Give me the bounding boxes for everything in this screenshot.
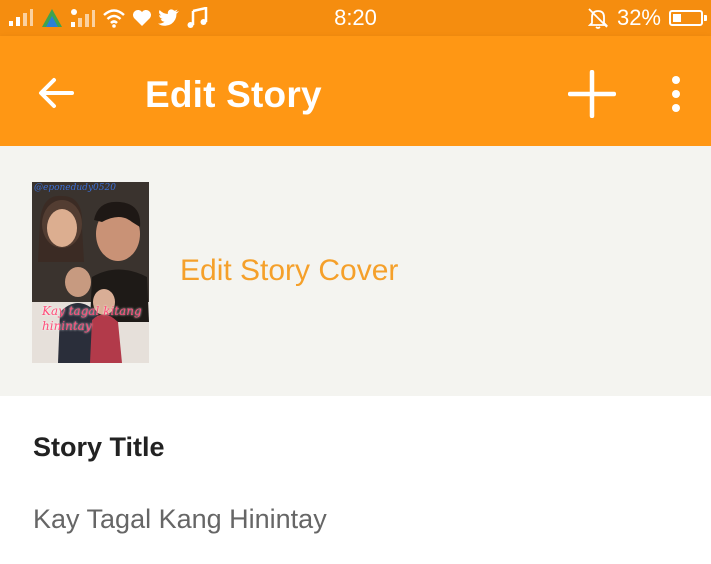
battery-icon: [669, 10, 707, 26]
app-bar: Edit Story: [0, 36, 711, 146]
story-cover-image[interactable]: @eponedudy0520 Kay tagal kitang hinintay: [32, 182, 149, 363]
battery-percent: 32%: [616, 5, 661, 30]
cover-section: @eponedudy0520 Kay tagal kitang hinintay…: [0, 146, 711, 396]
cover-artwork: [32, 182, 149, 363]
story-title-value[interactable]: Kay Tagal Kang Hinintay: [33, 504, 327, 535]
bell-off-icon: [587, 8, 609, 29]
back-arrow-icon[interactable]: [36, 73, 76, 113]
cover-author-text: @eponedudy0520: [34, 183, 116, 193]
battery-level: [673, 14, 681, 22]
story-details: Story Title Kay Tagal Kang Hinintay: [0, 396, 711, 564]
cover-title-text: Kay tagal kitang hinintay: [42, 304, 142, 333]
page-title: Edit Story: [145, 74, 322, 115]
story-title-label: Story Title: [33, 432, 165, 462]
edit-story-cover-link[interactable]: Edit Story Cover: [180, 254, 398, 288]
status-icons-right: 32%: [587, 5, 707, 31]
status-bar: 8:20 32%: [0, 0, 711, 36]
plus-icon[interactable]: [568, 70, 616, 118]
more-vertical-icon[interactable]: [664, 74, 688, 114]
